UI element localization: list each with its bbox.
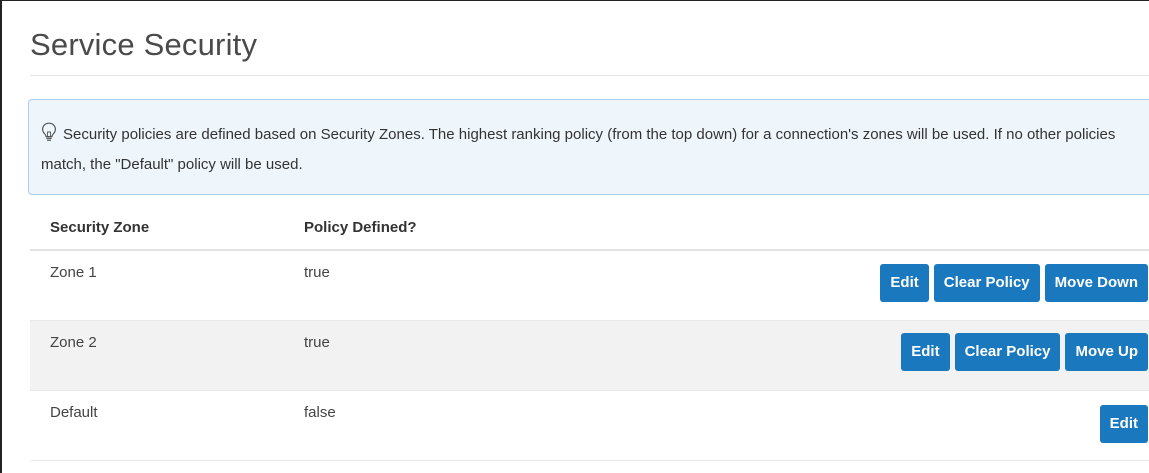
- title-divider: [30, 75, 1149, 76]
- column-header-security-zone: Security Zone: [50, 219, 150, 236]
- info-alert: Security policies are defined based on S…: [28, 99, 1149, 195]
- column-header-policy-defined: Policy Defined?: [304, 219, 417, 236]
- edit-button[interactable]: Edit: [901, 333, 950, 371]
- page-title: Service Security: [30, 27, 258, 62]
- info-text: Security policies are defined based on S…: [41, 126, 1116, 173]
- row-actions: Edit Clear Policy Move Down: [880, 264, 1148, 302]
- move-down-button[interactable]: Move Down: [1044, 264, 1148, 302]
- row-actions: Edit: [1099, 405, 1148, 443]
- zone-cell: Zone 2: [50, 334, 97, 351]
- info-message: Security policies are defined based on S…: [41, 120, 1131, 180]
- edit-button[interactable]: Edit: [880, 264, 929, 302]
- policy-cell: true: [304, 334, 330, 351]
- policy-cell: false: [304, 404, 336, 421]
- clear-policy-button[interactable]: Clear Policy: [933, 264, 1040, 302]
- security-zone-table: Security Zone Policy Defined? Zone 1 tru…: [30, 207, 1149, 461]
- move-up-button[interactable]: Move Up: [1065, 333, 1148, 371]
- table-row: Zone 2 true Edit Clear Policy Move Up: [30, 321, 1149, 391]
- table-row: Default false Edit: [30, 391, 1149, 461]
- lightbulb-icon: [41, 122, 57, 142]
- policy-cell: true: [304, 264, 330, 281]
- clear-policy-button[interactable]: Clear Policy: [954, 333, 1061, 371]
- zone-cell: Default: [50, 404, 98, 421]
- zone-cell: Zone 1: [50, 264, 97, 281]
- table-row: Zone 1 true Edit Clear Policy Move Down: [30, 251, 1149, 321]
- edit-button[interactable]: Edit: [1099, 405, 1148, 443]
- table-header: Security Zone Policy Defined?: [30, 207, 1149, 251]
- row-actions: Edit Clear Policy Move Up: [901, 333, 1148, 371]
- page-frame: Service Security Security policies are d…: [0, 0, 1149, 473]
